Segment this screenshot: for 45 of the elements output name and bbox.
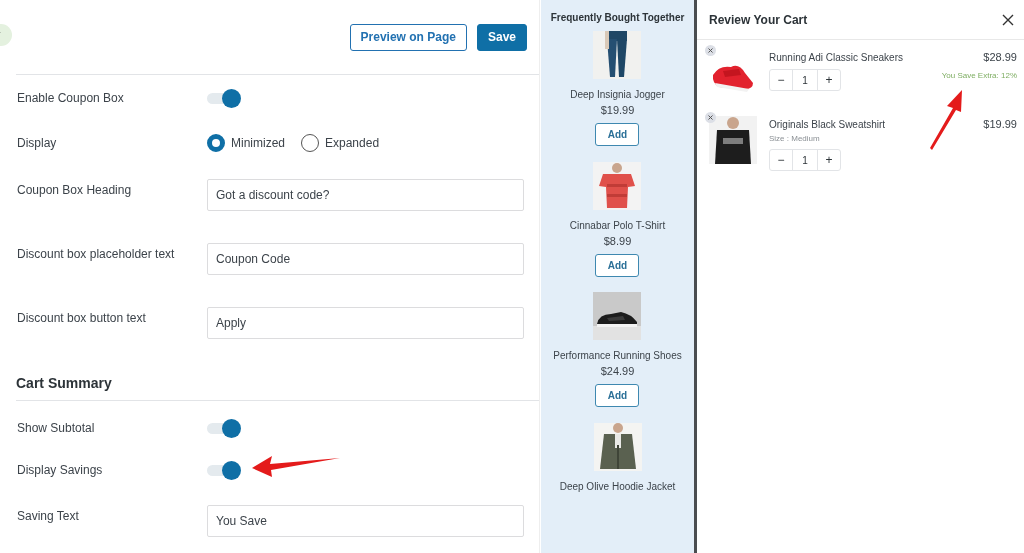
close-icon[interactable]: [1002, 13, 1014, 26]
toggle-switch[interactable]: [207, 418, 241, 438]
toggle-switch[interactable]: [207, 87, 241, 108]
item-price: $28.99: [982, 51, 1017, 63]
quantity-stepper[interactable]: − 1 +: [769, 149, 841, 171]
product-name: Deep Insignia Jogger: [570, 89, 665, 100]
input-field[interactable]: Got a discount code?: [207, 179, 524, 211]
toggle-switch[interactable]: [207, 460, 241, 480]
setting-label: Saving Text: [17, 508, 80, 525]
setting-label: Enable Coupon Box: [17, 90, 125, 105]
remove-icon[interactable]: [705, 112, 716, 123]
setting-label: Display Savings: [17, 463, 104, 477]
setting-label: Show Subtotal: [17, 421, 96, 435]
radio-button[interactable]: [301, 133, 319, 152]
product-price: $24.99: [600, 365, 635, 377]
item-price: $19.99: [983, 118, 1017, 130]
setting-label: Discount box placeholder text: [17, 246, 176, 263]
radio-button[interactable]: [207, 133, 225, 152]
product-price: $8.99: [603, 234, 632, 247]
setting-label: Display: [17, 135, 58, 150]
item-name: Running Adi Classic Sneakers: [769, 52, 904, 63]
savings-text: You Save Extra: 12%: [941, 71, 1017, 80]
save-button[interactable]: Save: [476, 23, 527, 51]
cart-title: Review Your Cart: [709, 12, 808, 27]
preview-button[interactable]: Preview on Page: [349, 23, 467, 51]
input-field[interactable]: Coupon Code: [207, 243, 524, 275]
setting-label: Discount box button text: [17, 310, 147, 327]
item-size: Size : Medium: [769, 134, 821, 143]
setting-label: Coupon Box Heading: [17, 182, 133, 199]
remove-icon[interactable]: [705, 45, 716, 56]
add-button[interactable]: Add: [595, 253, 640, 277]
product-name: Deep Olive Hoodie Jacket: [559, 480, 676, 492]
panel-title: Frequently Bought Together: [550, 12, 685, 23]
input-field[interactable]: You Save: [207, 505, 524, 537]
product-name: Cinnabar Polo T-Shirt: [569, 219, 666, 231]
product-price: $19.99: [600, 104, 635, 116]
add-button[interactable]: Add: [595, 384, 640, 407]
add-button[interactable]: Add: [595, 123, 640, 146]
product-name: Performance Running Shoes: [553, 350, 682, 361]
item-name: Originals Black Sweatshirt: [769, 119, 887, 130]
radio-option[interactable]: Minimized: [207, 133, 285, 152]
section-heading: Cart Summary: [16, 375, 112, 391]
quantity-stepper[interactable]: − 1 +: [769, 69, 841, 91]
radio-option[interactable]: Expanded: [301, 133, 380, 152]
input-field[interactable]: Apply: [207, 307, 524, 339]
